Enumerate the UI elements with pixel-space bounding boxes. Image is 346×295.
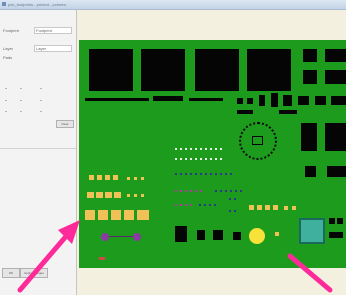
label-footprint: Footprint: [3, 28, 19, 33]
smd-part[interactable]: [331, 96, 346, 105]
component-outline: [109, 236, 133, 237]
footprint-value: Footprint: [36, 28, 52, 33]
option-dot: [40, 88, 42, 89]
smd-pad[interactable]: [134, 177, 137, 180]
tall-ic[interactable]: [301, 123, 317, 151]
large-ic[interactable]: [141, 49, 185, 91]
smd-pad-large[interactable]: [124, 210, 134, 220]
smd-pad[interactable]: [87, 192, 94, 198]
layer-value: Layer: [36, 46, 47, 51]
smd-part[interactable]: [283, 95, 292, 106]
app-icon: [2, 2, 6, 6]
option-dot: [20, 88, 22, 89]
option-dot: [20, 111, 22, 112]
option-dot: [40, 111, 42, 112]
smd-pad-large[interactable]: [111, 210, 121, 220]
smd-pad[interactable]: [284, 206, 288, 210]
pad-row[interactable]: [229, 198, 239, 200]
pad-row[interactable]: [175, 190, 205, 192]
window-titlebar: pcb_footprints - printed - pcbnew: [0, 0, 346, 10]
option-dot: [5, 111, 7, 112]
pad-row[interactable]: [199, 204, 219, 206]
smd-part[interactable]: [337, 218, 343, 224]
smd-pad[interactable]: [249, 205, 254, 210]
option-dot: [5, 88, 7, 89]
option-dot: [20, 100, 22, 101]
smd-part[interactable]: [237, 98, 243, 104]
through-hole-pad[interactable]: [133, 233, 141, 241]
smd-pad[interactable]: [105, 192, 112, 198]
smd-part[interactable]: [329, 232, 343, 238]
smd-pad[interactable]: [89, 175, 94, 180]
smd-pad[interactable]: [97, 175, 102, 180]
smd-pad[interactable]: [257, 205, 262, 210]
origin-marker: [99, 257, 105, 260]
smd-pad[interactable]: [127, 194, 130, 197]
smd-part[interactable]: [213, 230, 223, 240]
option-dot: [40, 100, 42, 101]
label-pads: Pads: [3, 55, 13, 60]
pad-row[interactable]: [215, 190, 245, 192]
round-pad[interactable]: [249, 228, 265, 244]
qfn-ic[interactable]: [299, 218, 325, 244]
smd-pad-large[interactable]: [137, 210, 149, 220]
smd-part[interactable]: [175, 226, 187, 242]
smd-part[interactable]: [197, 230, 205, 240]
smd-pad[interactable]: [275, 232, 279, 236]
smd-pad[interactable]: [292, 206, 296, 210]
small-ic[interactable]: [303, 70, 317, 84]
smd-part[interactable]: [315, 96, 326, 105]
tall-ic[interactable]: [325, 123, 346, 151]
smd-pad[interactable]: [113, 175, 118, 180]
smd-pad[interactable]: [127, 177, 130, 180]
smd-part[interactable]: [271, 93, 278, 107]
connector-strip[interactable]: [153, 96, 183, 101]
large-ic[interactable]: [89, 49, 133, 91]
smd-part[interactable]: [247, 98, 253, 104]
connector-strip[interactable]: [189, 98, 223, 101]
label-layer: Layer: [3, 46, 14, 51]
pad-row[interactable]: [175, 158, 225, 160]
smd-pad-large[interactable]: [98, 210, 108, 220]
pcb-board[interactable]: [79, 40, 346, 268]
small-ic[interactable]: [325, 70, 346, 84]
pad-row[interactable]: [229, 210, 239, 212]
pad-row[interactable]: [175, 148, 225, 150]
option-dot: [5, 100, 7, 101]
smd-part[interactable]: [233, 232, 241, 240]
smd-pad[interactable]: [105, 175, 110, 180]
smd-pad[interactable]: [134, 194, 137, 197]
small-ic[interactable]: [327, 166, 346, 177]
smd-pad-large[interactable]: [85, 210, 95, 220]
pad-row[interactable]: [175, 173, 235, 175]
smd-pad[interactable]: [273, 205, 278, 210]
pad-row[interactable]: [175, 204, 195, 206]
smd-pad[interactable]: [114, 192, 121, 198]
smd-part[interactable]: [298, 96, 309, 105]
smd-pad[interactable]: [96, 192, 103, 198]
ring-center-pad[interactable]: [252, 136, 263, 145]
arrow-left: [17, 220, 80, 293]
connector-strip[interactable]: [85, 98, 149, 101]
smd-part[interactable]: [259, 95, 265, 106]
window-title: pcb_footprints - printed - pcbnew: [8, 2, 67, 7]
smd-pad[interactable]: [141, 194, 144, 197]
smd-part[interactable]: [279, 110, 297, 114]
smd-pad[interactable]: [141, 177, 144, 180]
small-ic[interactable]: [303, 49, 317, 62]
smd-part[interactable]: [237, 110, 253, 114]
large-ic[interactable]: [195, 49, 239, 91]
through-hole-pad[interactable]: [101, 233, 109, 241]
smd-part[interactable]: [329, 218, 335, 224]
arrow-right: [287, 253, 333, 293]
clear-button[interactable]: Clear: [56, 120, 74, 128]
large-ic[interactable]: [247, 49, 291, 91]
panel-divider: [0, 148, 76, 149]
smd-pad[interactable]: [265, 205, 270, 210]
small-ic[interactable]: [305, 166, 316, 177]
small-ic[interactable]: [325, 49, 346, 62]
